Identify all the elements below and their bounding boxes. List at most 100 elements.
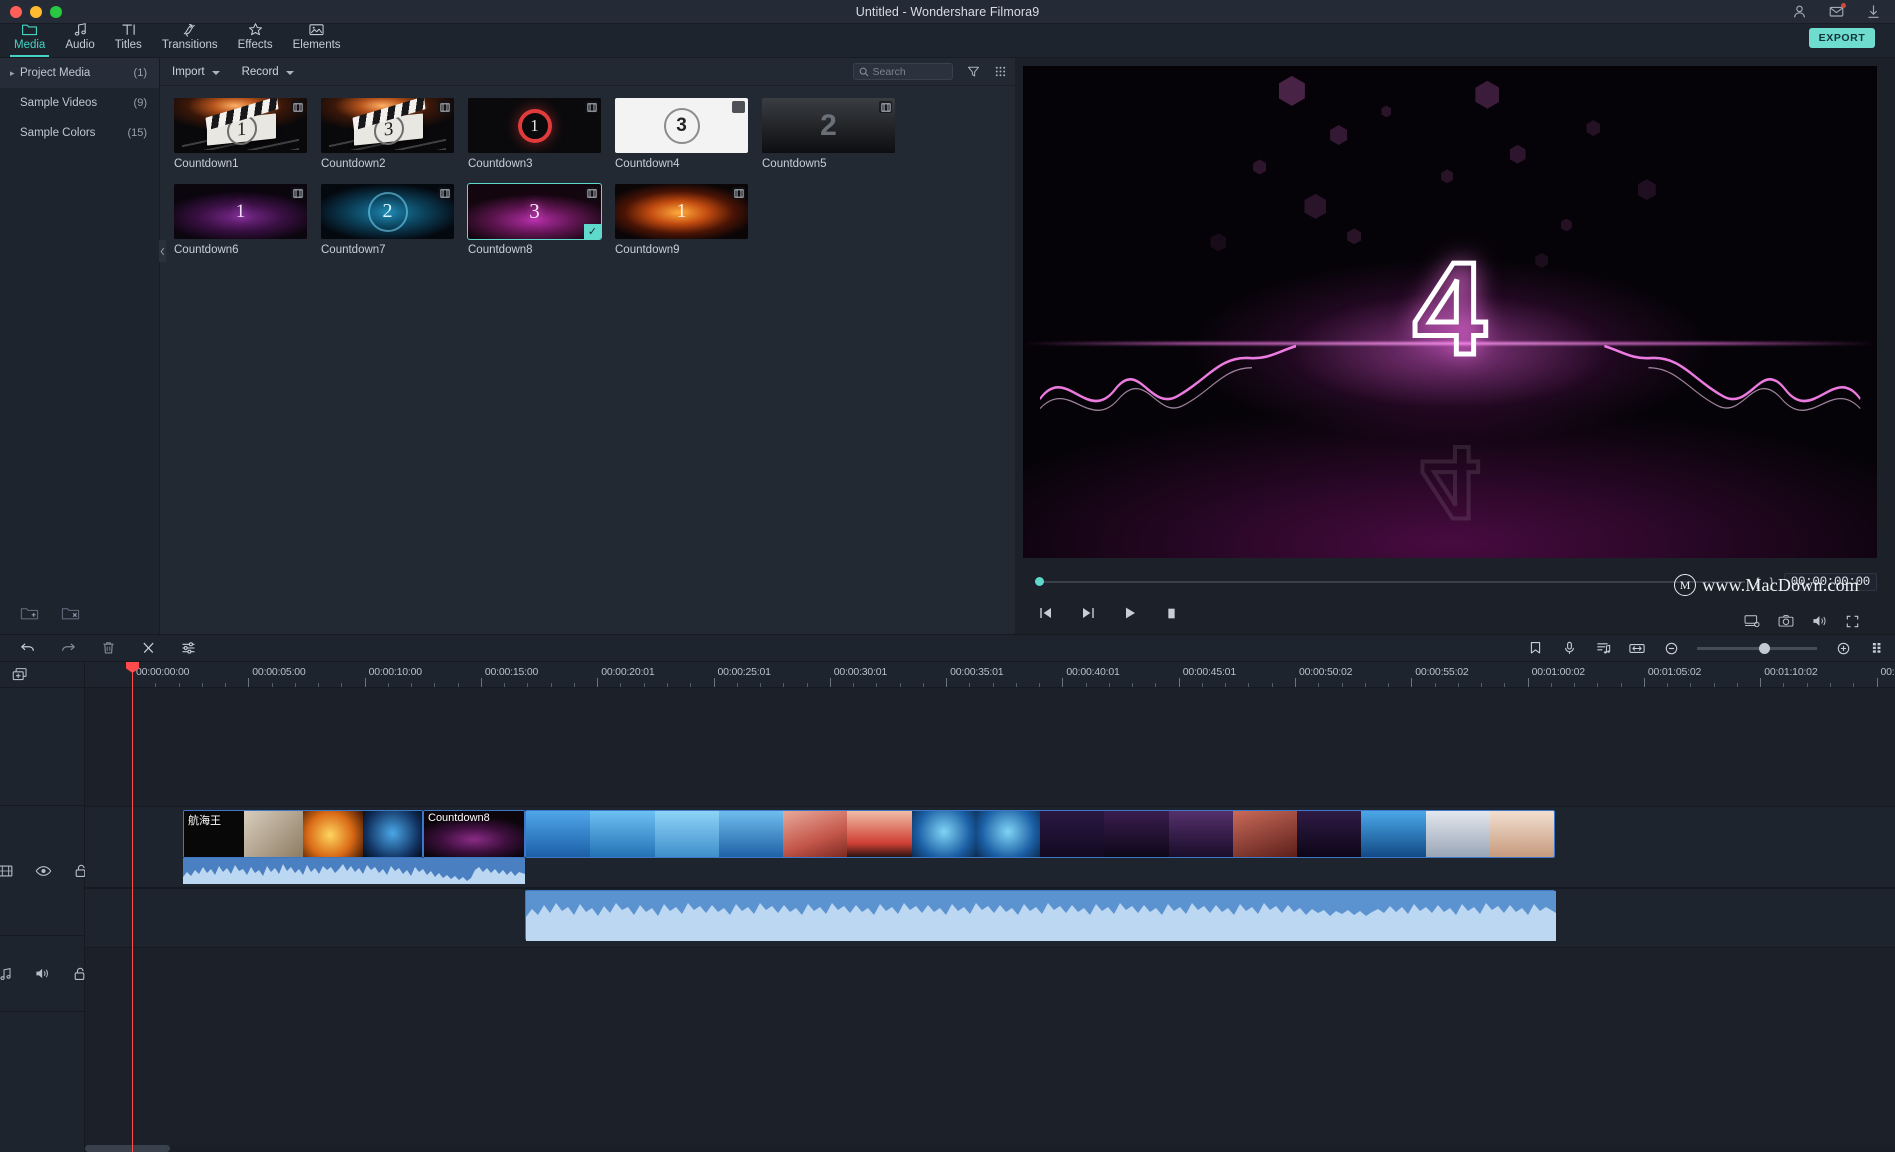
- media-card[interactable]: 1 Countdown9: [615, 184, 748, 256]
- search-input-wrapper[interactable]: [852, 63, 953, 80]
- media-thumbnail[interactable]: 1: [174, 98, 307, 153]
- timeline-options-icon[interactable]: [1869, 640, 1885, 656]
- eye-visibility-icon[interactable]: [35, 865, 52, 877]
- sidebar-item-sample-colors[interactable]: Sample Colors (15): [0, 118, 159, 148]
- tab-elements[interactable]: Elements: [283, 23, 351, 57]
- video-clip[interactable]: [525, 810, 1555, 858]
- volume-icon[interactable]: [1812, 614, 1828, 628]
- media-card[interactable]: 1 Countdown6: [174, 184, 307, 256]
- clip-label: 航海王: [188, 815, 221, 827]
- clip-embedded-audio[interactable]: [183, 858, 525, 884]
- audio-track[interactable]: [85, 888, 1895, 948]
- import-menu-button[interactable]: Import: [172, 66, 220, 78]
- zoom-slider[interactable]: [1697, 642, 1817, 654]
- split-scissors-icon[interactable]: [140, 640, 156, 656]
- media-thumbnail[interactable]: 3: [321, 98, 454, 153]
- timeline-canvas[interactable]: 00:00:00:00 00:00:05:00 00:00:10:00 00:00:1…: [85, 662, 1895, 1152]
- audio-detach-icon[interactable]: [1595, 640, 1611, 656]
- media-thumbnail[interactable]: 1: [174, 184, 307, 239]
- ruler-tick-major: [1643, 678, 1645, 687]
- chevron-down-icon: [211, 70, 220, 75]
- speaker-icon[interactable]: [35, 967, 51, 980]
- ruler-label: 00:00:25:01: [717, 666, 771, 678]
- next-frame-button[interactable]: [1079, 605, 1097, 621]
- ruler-tick-minor: [1015, 683, 1017, 687]
- video-clip[interactable]: 航海王: [183, 810, 423, 858]
- fit-timeline-icon[interactable]: [1629, 640, 1645, 656]
- marker-icon[interactable]: [1527, 640, 1543, 656]
- horizontal-scrollbar-track[interactable]: [85, 1145, 1895, 1152]
- tab-audio[interactable]: Audio: [55, 23, 104, 57]
- ruler-tick-minor: [1690, 683, 1692, 687]
- horizontal-scrollbar-thumb[interactable]: [85, 1145, 170, 1152]
- selected-checkmark-icon: ✓: [584, 224, 601, 239]
- timeline-ruler[interactable]: 00:00:00:00 00:00:05:00 00:00:10:00 00:00:1…: [85, 662, 1895, 688]
- empty-track-header: [0, 688, 84, 806]
- delete-icon[interactable]: [100, 640, 116, 656]
- zoom-slider-knob[interactable]: [1759, 642, 1770, 654]
- snapshot-camera-icon[interactable]: [1778, 614, 1794, 628]
- fullscreen-icon[interactable]: [1846, 615, 1859, 628]
- media-card[interactable]: 1 Countdown3: [468, 98, 601, 170]
- adjust-sliders-icon[interactable]: [180, 640, 196, 656]
- previous-frame-button[interactable]: [1037, 605, 1055, 621]
- new-folder-icon[interactable]: [20, 606, 39, 621]
- ruler-tick-major: [248, 678, 250, 687]
- media-thumbnail[interactable]: 1: [615, 184, 748, 239]
- zoom-in-button[interactable]: [1835, 640, 1851, 656]
- media-thumbnail[interactable]: 2: [321, 184, 454, 239]
- panel-collapse-handle[interactable]: [159, 240, 166, 262]
- media-card-selected[interactable]: 3 ✓ Countdown8: [467, 183, 602, 256]
- media-card[interactable]: 3 Countdown4: [615, 98, 748, 170]
- tab-media[interactable]: Media: [4, 23, 55, 57]
- unlock-icon[interactable]: [73, 967, 86, 981]
- macdown-logo-icon: M: [1674, 574, 1697, 596]
- play-button[interactable]: [1121, 605, 1139, 621]
- render-settings-icon[interactable]: [1744, 614, 1760, 628]
- add-media-track-icon[interactable]: [0, 662, 84, 688]
- video-type-icon: [291, 187, 304, 199]
- timeline-playhead[interactable]: [132, 688, 133, 1152]
- media-card[interactable]: 3 Countdown2: [321, 98, 454, 170]
- ruler-tick-minor: [1550, 683, 1552, 687]
- preview-scrubber[interactable]: [1034, 577, 1746, 586]
- media-thumbnail[interactable]: 3 ✓: [467, 183, 602, 240]
- zoom-out-button[interactable]: [1663, 640, 1679, 656]
- export-button[interactable]: EXPORT: [1809, 28, 1875, 48]
- media-thumbnail[interactable]: 1: [468, 98, 601, 153]
- video-track[interactable]: 航海王 Countdown8: [85, 806, 1895, 888]
- grid-view-icon[interactable]: [994, 65, 1007, 78]
- redo-icon[interactable]: [60, 640, 76, 656]
- scrubber-knob[interactable]: [1034, 577, 1044, 586]
- preview-canvas[interactable]: 4 4: [1022, 66, 1877, 558]
- account-icon[interactable]: [1792, 4, 1807, 19]
- sidebar-item-sample-videos[interactable]: Sample Videos (9): [0, 88, 159, 118]
- search-input[interactable]: [872, 65, 947, 78]
- tab-titles[interactable]: Titles: [105, 23, 152, 57]
- media-card[interactable]: 1 Countdown1: [174, 98, 307, 170]
- media-card[interactable]: 2 Countdown5: [762, 98, 895, 170]
- media-thumbnail[interactable]: 2: [762, 98, 895, 153]
- download-icon[interactable]: [1866, 4, 1881, 19]
- stop-button[interactable]: [1163, 605, 1181, 621]
- mail-icon[interactable]: [1829, 3, 1846, 19]
- ruler-tick-minor: [527, 683, 529, 687]
- tab-transitions[interactable]: Transitions: [152, 23, 228, 57]
- tab-effects[interactable]: Effects: [228, 23, 283, 57]
- media-card[interactable]: 2 Countdown7: [321, 184, 454, 256]
- audio-clip[interactable]: [525, 890, 1556, 941]
- ruler-tick-minor: [666, 683, 668, 687]
- sidebar-item-project-media[interactable]: ▸ Project Media (1): [0, 58, 159, 88]
- voiceover-mic-icon[interactable]: [1561, 640, 1577, 656]
- record-menu-button[interactable]: Record: [242, 66, 294, 78]
- video-clip-countdown8[interactable]: Countdown8: [423, 810, 525, 858]
- undo-icon[interactable]: [20, 640, 36, 656]
- ruler-tick-minor: [1829, 683, 1831, 687]
- delete-folder-icon[interactable]: [61, 606, 80, 621]
- transition-arrows-icon: [181, 22, 198, 37]
- media-thumbnail[interactable]: 3: [615, 98, 748, 153]
- ruler-tick-minor: [550, 683, 552, 687]
- playhead-ruler-marker[interactable]: [126, 662, 139, 688]
- ruler-tick-minor: [1341, 683, 1343, 687]
- filter-funnel-icon[interactable]: [967, 65, 980, 78]
